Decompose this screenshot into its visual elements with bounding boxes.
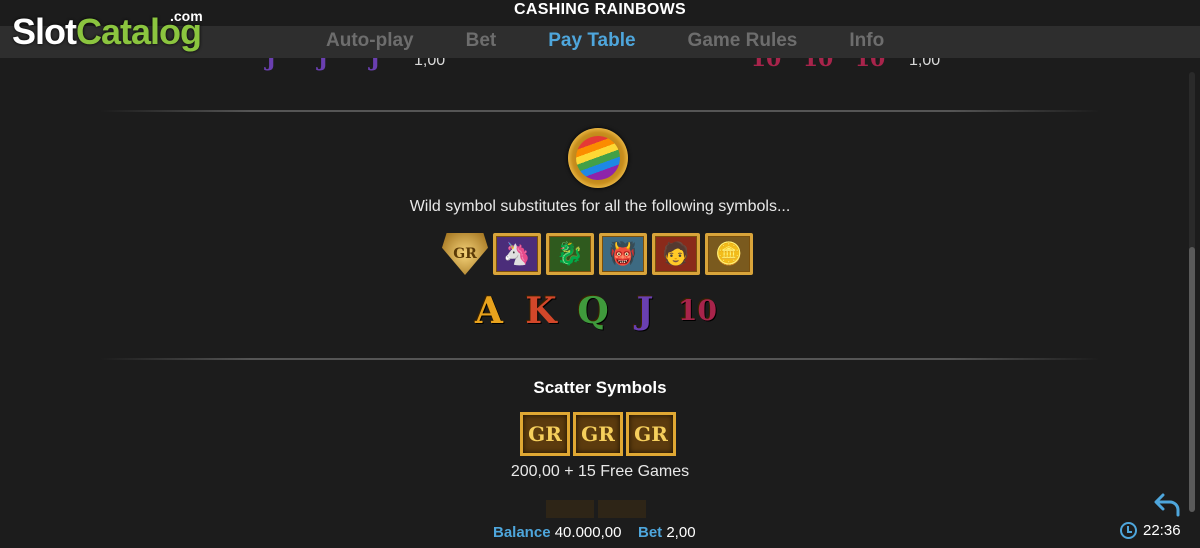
clock-display: 22:36 [1120,522,1181,539]
clock-icon [1120,522,1137,539]
tab-info[interactable]: Info [823,26,910,58]
letter-symbols-row: A K Q J 10 [470,290,717,332]
scrollbar[interactable] [1189,72,1195,512]
paytable-content[interactable]: J J J 1,00 10 10 10 1,00 Wild symbol sub… [0,58,1186,520]
symbol-ten-icon: 10 [750,58,782,72]
scatter-payout: 200,00 + 15 Free Games [510,463,690,480]
balance-display: Balance 40.000,00 [493,524,621,541]
substituted-symbols-row: GR 🦄 🐉 👹 🧑 🪙 [442,233,753,275]
symbol-ten-icon: 10 [854,58,886,72]
partial-symbol [546,500,594,518]
symbol-j-icon: J [265,58,277,72]
clock-time: 22:36 [1143,522,1181,539]
scatter-gr-icon: GR [520,412,570,456]
partial-row-left: J J J 1,00 [250,58,445,74]
symbol-j-icon: J [317,58,329,72]
next-section-partial [546,500,646,518]
partial-payout-right: 1,00 [909,58,941,69]
section-divider [100,110,1100,112]
rainbow-wild-icon [568,128,628,188]
section-divider [100,358,1100,360]
partial-payout-left: 1,00 [414,58,446,69]
troll-icon: 👹 [599,233,647,275]
symbol-j-icon: J [636,290,654,332]
tab-auto-play[interactable]: Auto-play [300,26,440,58]
bet-value: 2,00 [666,524,696,541]
symbol-a-icon: A [475,290,503,332]
bet-display: Bet 2,00 [638,524,696,541]
symbol-ten-icon: 10 [678,294,717,327]
partial-row-right: 10 10 10 1,00 [745,58,940,74]
partial-symbol [598,500,646,518]
symbol-ten-icon: 10 [802,58,834,72]
symbol-q-icon: Q [577,290,609,332]
tab-game-rules[interactable]: Game Rules [662,26,824,58]
unicorn-icon: 🦄 [493,233,541,275]
dragon-icon: 🐉 [546,233,594,275]
balance-value: 40.000,00 [554,524,622,541]
bet-label: Bet [638,524,663,541]
scatter-gr-icon: GR [626,412,676,456]
nav-tabs: Auto-play Bet Pay Table Game Rules Info [300,26,910,58]
logo-com-text: .com [170,8,203,24]
scatter-gr-icon: GR [573,412,623,456]
tab-bet[interactable]: Bet [440,26,523,58]
scatter-title: Scatter Symbols [533,378,667,397]
logo-slot-text: Slot [12,11,77,52]
scrollbar-thumb[interactable] [1189,247,1195,512]
rainbow-stripes [569,129,627,187]
status-bar: Balance 40.000,00 Bet 2,00 22:36 [0,522,1200,548]
leprechaun-icon: 🧑 [652,233,700,275]
wild-description: Wild symbol substitutes for all the foll… [409,198,791,215]
shield-gr-icon: GR [442,233,488,275]
symbol-j-icon: J [369,58,381,72]
gold-coin-icon: 🪙 [705,233,753,275]
symbol-k-icon: K [525,290,557,332]
balance-label: Balance [493,524,551,541]
scatter-symbols-row: GR GR GR [520,412,676,456]
tab-pay-table[interactable]: Pay Table [522,26,661,58]
back-arrow-icon[interactable] [1154,493,1182,517]
